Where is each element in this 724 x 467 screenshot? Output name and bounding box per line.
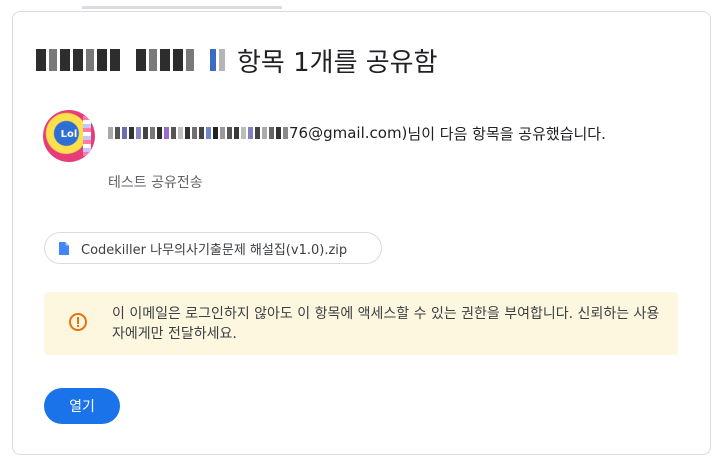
redacted-sender-name [36, 49, 225, 71]
open-button[interactable]: 열기 [44, 388, 120, 424]
sender-line: 76@gmail.com) 님이 다음 항목을 공유했습니다. [108, 121, 606, 145]
sender-email-suffix: 76@gmail.com) [289, 124, 408, 142]
file-name: Codekiller 나무의사기출문제 해설집(v1.0).zip [81, 242, 348, 258]
shared-text: 님이 다음 항목을 공유했습니다. [407, 124, 606, 143]
top-divider [82, 6, 282, 9]
share-message: 테스트 공유전송 [108, 175, 203, 191]
warning-icon [69, 313, 87, 331]
page-title: 항목 1개를 공유함 [36, 40, 438, 80]
security-notice: 이 이메일은 로그인하지 않아도 이 항목에 액세스할 수 있는 권한을 부여합… [44, 292, 678, 355]
notice-text: 이 이메일은 로그인하지 않아도 이 항목에 액세스할 수 있는 권한을 부여합… [112, 306, 660, 342]
sender-avatar: Lol [43, 110, 95, 162]
redacted-sender-email [108, 127, 288, 139]
title-text: 항목 1개를 공유함 [237, 47, 438, 78]
document-icon [59, 241, 69, 255]
shared-file-chip[interactable]: Codekiller 나무의사기출문제 해설집(v1.0).zip [44, 232, 382, 264]
